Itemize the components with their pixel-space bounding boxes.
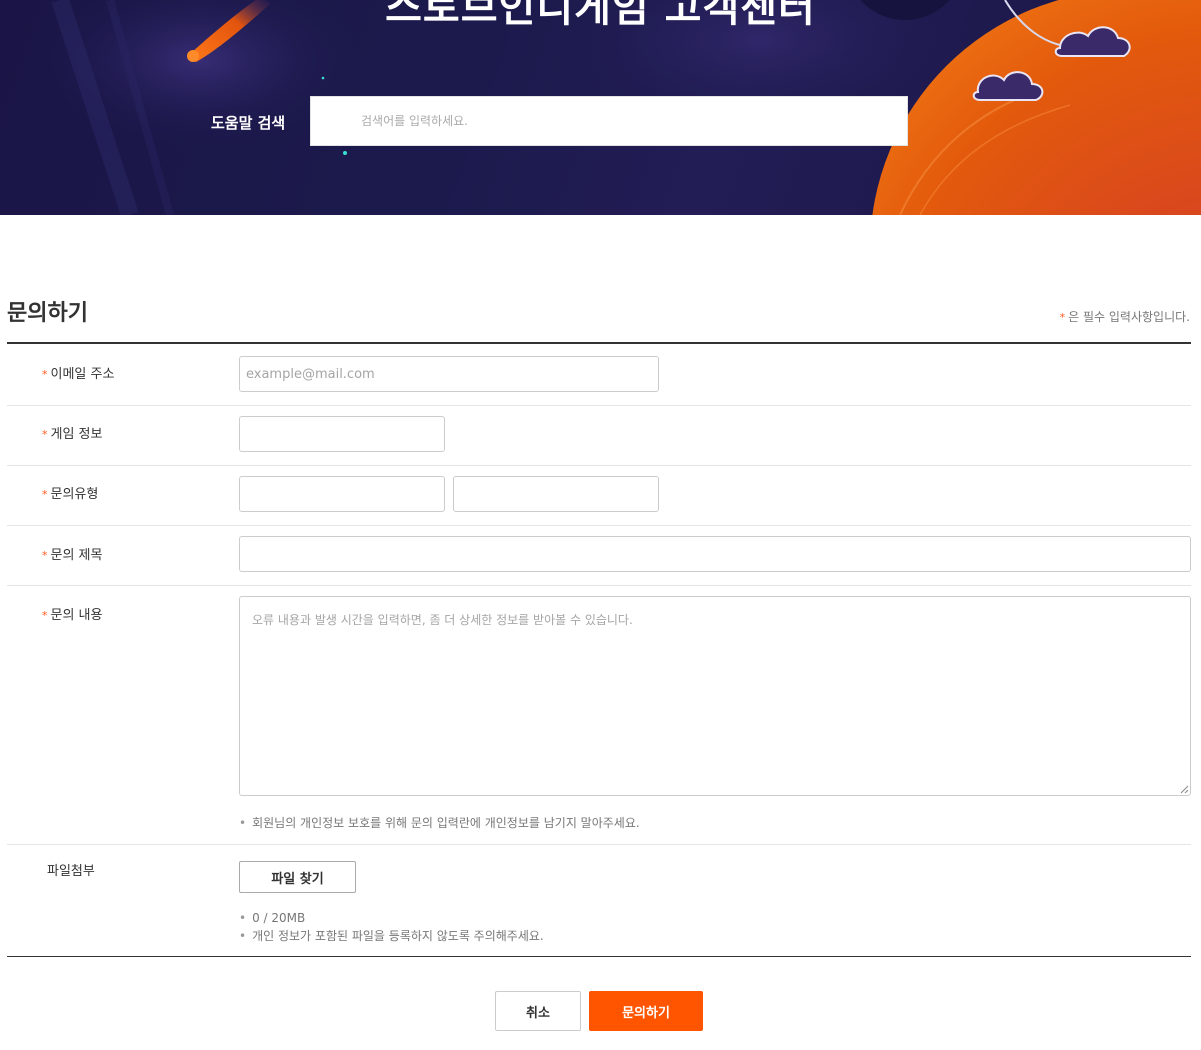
attachment-size-text: 0 / 20MB [252,911,306,925]
email-label: * 이메일 주소 [42,366,114,384]
hero-banner: 스토브인디게임 고객센터 도움말 검색 [0,0,1201,215]
email-input[interactable] [239,356,659,392]
attachment-privacy-note-text: 개인 정보가 포함된 파일을 등록하지 않도록 주의해주세요. [252,929,544,943]
game-info-label-text: 게임 정보 [50,427,103,442]
inquiry-type-primary-select[interactable] [239,476,445,512]
bullet-icon: • [239,911,247,925]
attachment-privacy-note: • 개인 정보가 포함된 파일을 등록하지 않도록 주의해주세요. [239,927,544,945]
content-privacy-note-text: 회원님의 개인정보 보호를 위해 문의 입력란에 개인정보를 남기지 말아주세요… [252,816,640,830]
required-star-icon: * [42,428,48,441]
resize-grip-icon[interactable] [1179,784,1189,794]
inquiry-type-label: * 문의유형 [42,486,98,504]
content-label-text: 문의 내용 [50,608,103,623]
subject-label: * 문의 제목 [42,547,102,565]
row-divider [7,585,1191,586]
subject-input[interactable] [239,536,1191,572]
help-search-label: 도움말 검색 [211,114,286,132]
help-search-input[interactable] [310,96,908,146]
cancel-button[interactable]: 취소 [495,991,581,1031]
subject-label-text: 문의 제목 [50,548,103,563]
hero-title: 스토브인디게임 고객센터 [385,0,816,31]
required-star-icon: * [42,609,48,622]
submit-inquiry-button[interactable]: 문의하기 [589,991,703,1031]
bullet-icon: • [239,929,247,943]
bullet-icon: • [239,816,247,830]
required-star-icon: * [42,549,48,562]
page-title: 문의하기 [7,301,88,326]
form-top-divider [7,342,1191,344]
required-star-icon: * [1059,311,1066,324]
attachment-label: 파일첨부 [47,864,95,879]
required-note: * 은 필수 입력사항입니다. [1060,308,1190,327]
content-label: * 문의 내용 [42,607,102,625]
row-divider [7,525,1191,526]
email-label-text: 이메일 주소 [50,367,115,382]
file-browse-button[interactable]: 파일 찾기 [239,861,356,893]
row-divider [7,844,1191,845]
content-privacy-note: • 회원님의 개인정보 보호를 위해 문의 입력란에 개인정보를 남기지 말아주세… [239,814,640,832]
inquiry-type-label-text: 문의유형 [50,487,99,502]
required-star-icon: * [42,488,48,501]
inquiry-type-secondary-select[interactable] [453,476,659,512]
row-divider [7,465,1191,466]
content-textarea[interactable] [239,596,1191,796]
attachment-size-note: • 0 / 20MB [239,909,305,927]
required-star-icon: * [42,368,48,381]
game-info-select[interactable] [239,416,445,452]
row-divider [7,405,1191,406]
game-info-label: * 게임 정보 [42,426,102,444]
required-note-text: 은 필수 입력사항입니다. [1068,310,1190,324]
form-bottom-divider [7,956,1191,957]
